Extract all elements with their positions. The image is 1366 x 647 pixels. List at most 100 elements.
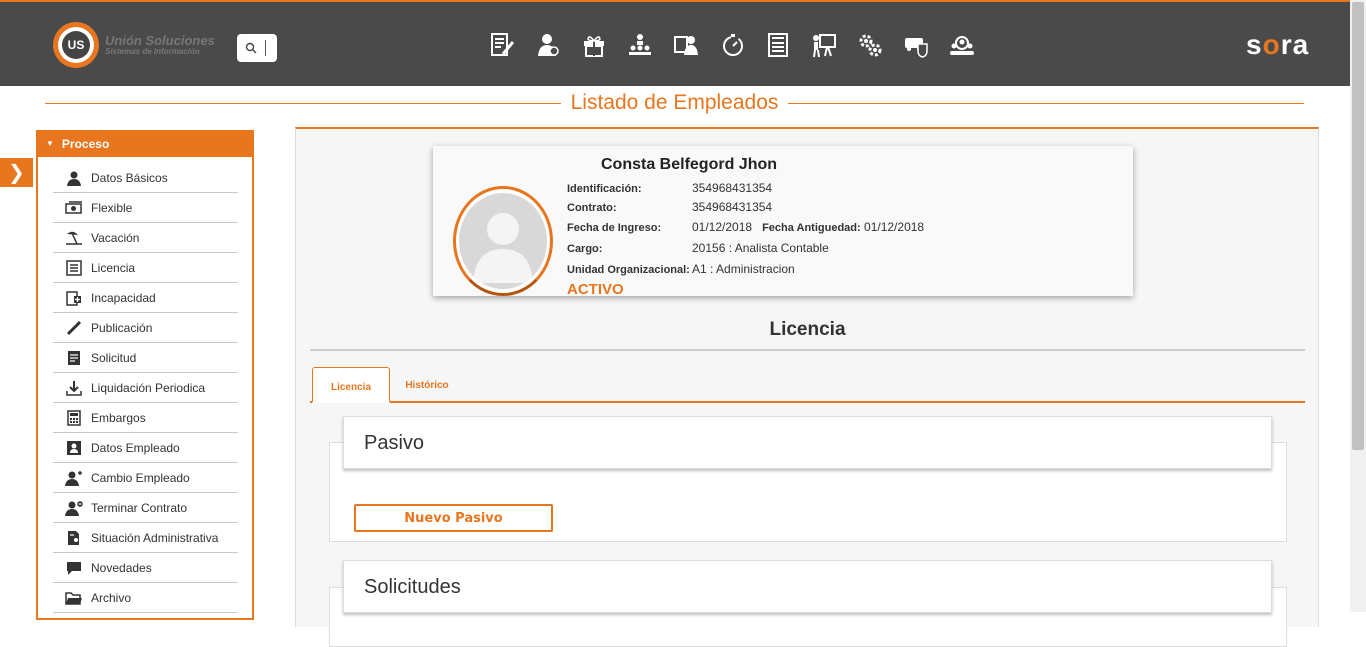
- presentation-icon[interactable]: [809, 30, 839, 60]
- employee-unit: A1 : Administracion: [692, 262, 795, 276]
- employee-id: 354968431354: [692, 181, 773, 195]
- employee-id-row: Identificación: 354968431354: [567, 181, 773, 195]
- menu-item-label: Flexible: [91, 200, 133, 215]
- tab-bar: Licencia Histórico: [310, 367, 1305, 403]
- folder-icon: [65, 589, 83, 607]
- avatar: [453, 186, 553, 296]
- stopwatch-icon[interactable]: [717, 30, 747, 60]
- logo-name: Unión Soluciones: [105, 32, 215, 48]
- section-title: Licencia: [310, 319, 1305, 351]
- process-menu: ▼ Proceso Datos Básicos Flexible Vacación L…: [36, 130, 254, 620]
- employee-hire-row: Fecha de Ingreso: 01/12/2018 Fecha Antig…: [567, 220, 925, 234]
- logo-mark: US: [62, 31, 90, 59]
- menu-item-flexible[interactable]: Flexible: [53, 193, 238, 223]
- logo-subtitle: Sistemas de Información: [105, 46, 200, 56]
- download-icon: [65, 379, 83, 397]
- employee-card: Consta Belfegord Jhon Identificación: 35…: [433, 146, 1133, 296]
- menu-item-label: Datos Empleado: [91, 440, 180, 455]
- company-logo[interactable]: US Unión Soluciones Sistemas de Informac…: [53, 22, 215, 68]
- menu-item-label: Embargos: [91, 410, 146, 425]
- user-money-icon[interactable]: [533, 30, 563, 60]
- group-search-icon[interactable]: [947, 30, 977, 60]
- menu-item-liquidacion-periodica[interactable]: Liquidación Periodica: [53, 373, 238, 403]
- menu-item-vacacion[interactable]: Vacación: [53, 223, 238, 253]
- menu-item-datos-empleado[interactable]: Datos Empleado: [53, 433, 238, 463]
- status-badge: ACTIVO: [567, 281, 624, 296]
- user-avatar-icon: [473, 213, 533, 283]
- menu-item-embargos[interactable]: Embargos: [53, 403, 238, 433]
- solicitudes-panel-header: Solicitudes: [343, 560, 1272, 613]
- menu-header-label: Proceso: [61, 136, 110, 151]
- menu-item-publicacion[interactable]: Publicación: [53, 313, 238, 343]
- menu-item-label: Publicación: [91, 320, 153, 335]
- menu-item-situacion-administrativa[interactable]: Situación Administrativa: [53, 523, 238, 553]
- employee-position-row: Cargo: 20156 : Analista Contable: [567, 241, 829, 255]
- chevron-right-icon: ❯: [8, 162, 25, 184]
- menu-item-label: Vacación: [91, 230, 140, 245]
- menu-item-cambio-empleado[interactable]: Cambio Empleado: [53, 463, 238, 493]
- gift-icon[interactable]: [579, 30, 609, 60]
- module-toolbar: [487, 30, 977, 60]
- new-pasivo-button[interactable]: Nuevo Pasivo: [354, 504, 553, 532]
- page-title: Listado de Empleados: [570, 91, 779, 114]
- employee-position: 20156 : Analista Contable: [692, 241, 829, 255]
- gears-icon[interactable]: [855, 30, 885, 60]
- list-icon: [65, 259, 83, 277]
- search-button[interactable]: [237, 34, 277, 62]
- sidebar-toggle-button[interactable]: ❯: [0, 158, 33, 187]
- employee-unit-row: Unidad Organizacional: A1 : Administraci…: [567, 262, 795, 276]
- document-edit-icon[interactable]: [487, 30, 517, 60]
- tab-historico[interactable]: Histórico: [402, 367, 452, 403]
- pen-icon: [65, 319, 83, 337]
- beach-icon: [65, 229, 83, 247]
- medical-icon: [65, 289, 83, 307]
- title-divider-left: [45, 102, 561, 104]
- employee-hire-date: 01/12/2018 Fecha Antiguedad: 01/12/2018: [692, 220, 925, 234]
- employee-contract-row: Contrato: 354968431354: [567, 200, 773, 214]
- menu-item-datos-basicos[interactable]: Datos Básicos: [53, 163, 238, 193]
- form-icon: [65, 349, 83, 367]
- pasivo-panel-header: Pasivo: [343, 416, 1272, 469]
- menu-item-licencia[interactable]: Licencia: [53, 253, 238, 283]
- user-icon: [65, 169, 83, 187]
- vertical-scrollbar[interactable]: [1350, 0, 1366, 612]
- org-chart-icon[interactable]: [625, 30, 655, 60]
- menu-item-label: Incapacidad: [91, 290, 156, 305]
- chat-icon: [65, 559, 83, 577]
- menu-item-archivo[interactable]: Archivo: [53, 583, 238, 613]
- menu-item-solicitud[interactable]: Solicitud: [53, 343, 238, 373]
- employee-seniority-date: 01/12/2018: [864, 220, 925, 234]
- menu-item-novedades[interactable]: Novedades: [53, 553, 238, 583]
- page-title-row: Listado de Empleados: [45, 90, 1304, 116]
- menu-item-terminar-contrato[interactable]: Terminar Contrato: [53, 493, 238, 523]
- menu-header[interactable]: ▼ Proceso: [38, 130, 252, 157]
- employee-contract: 354968431354: [692, 200, 773, 214]
- menu-item-label: Cambio Empleado: [91, 470, 190, 485]
- shield-car-icon[interactable]: [901, 30, 931, 60]
- logo-emblem: US: [53, 22, 99, 68]
- user-change-icon: [65, 469, 83, 487]
- menu-item-label: Liquidación Periodica: [91, 380, 206, 395]
- title-divider-right: [788, 102, 1304, 104]
- caret-down-icon: ▼: [46, 139, 54, 148]
- main-panel: Consta Belfegord Jhon Identificación: 35…: [295, 127, 1319, 647]
- money-icon: [65, 199, 83, 217]
- menu-item-label: Datos Básicos: [91, 170, 168, 185]
- calculator-icon: [65, 409, 83, 427]
- sora-brand-logo: sora: [1246, 29, 1310, 60]
- menu-item-incapacidad[interactable]: Incapacidad: [53, 283, 238, 313]
- menu-item-label: Archivo: [91, 590, 132, 605]
- scrollbar-thumb[interactable]: [1352, 2, 1364, 450]
- menu-item-label: Situación Administrativa: [91, 530, 219, 545]
- menu-item-label: Licencia: [91, 260, 136, 275]
- menu-item-label: Terminar Contrato: [91, 500, 188, 515]
- list-document-icon[interactable]: [763, 30, 793, 60]
- tab-licencia[interactable]: Licencia: [312, 367, 390, 403]
- user-remove-icon: [65, 499, 83, 517]
- menu-list: Datos Básicos Flexible Vacación Licencia Inc…: [38, 157, 252, 613]
- user-card-icon[interactable]: [671, 30, 701, 60]
- menu-item-label: Solicitud: [91, 350, 137, 365]
- top-navbar: US Unión Soluciones Sistemas de Informac…: [0, 0, 1350, 86]
- employee-name: Consta Belfegord Jhon: [601, 156, 778, 173]
- id-card-icon: [65, 439, 83, 457]
